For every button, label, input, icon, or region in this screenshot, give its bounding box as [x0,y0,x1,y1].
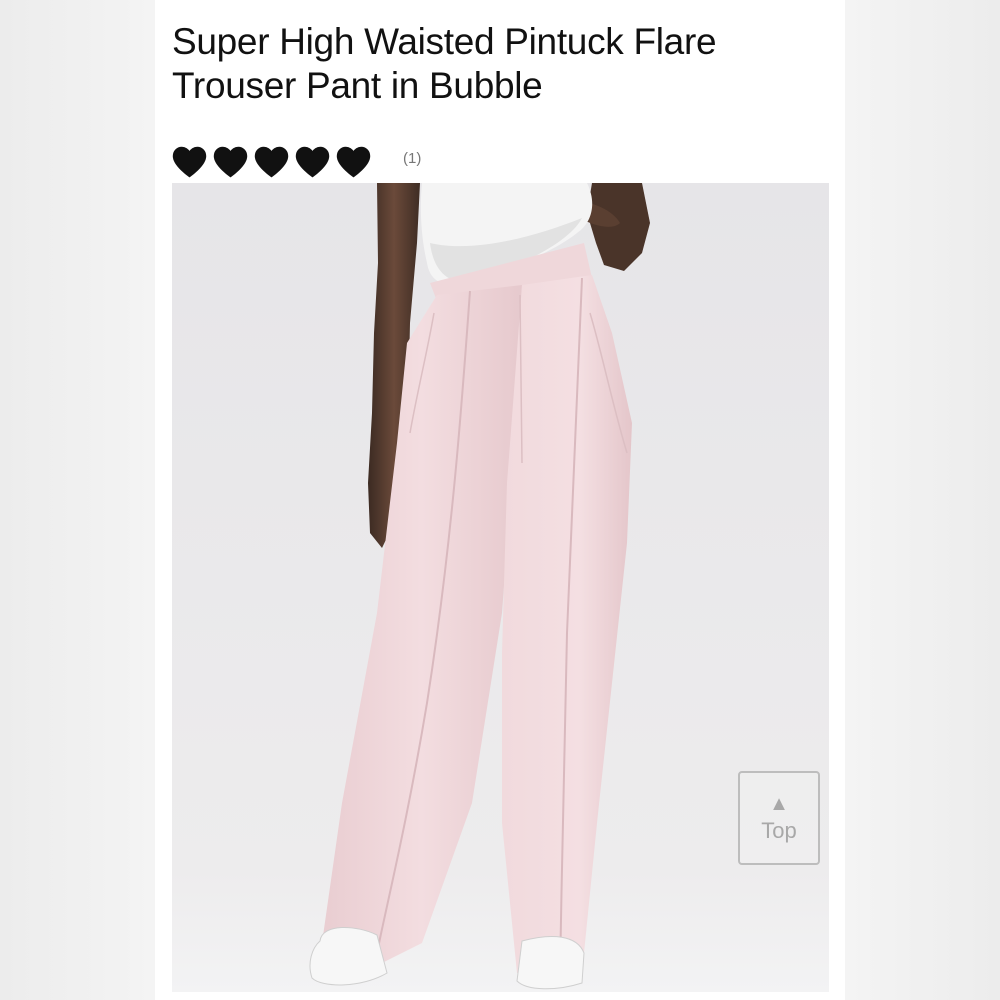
up-triangle-icon: ▲ [769,793,789,815]
heart-icon [336,146,371,178]
product-rating[interactable]: (1) [172,146,421,178]
product-image [172,183,829,992]
left-margin [0,0,155,1000]
heart-icon [213,146,248,178]
heart-icon [254,146,289,178]
product-title: Super High Waisted Pintuck Flare Trouser… [172,21,717,106]
back-to-top-button[interactable]: ▲ Top [738,771,820,865]
heart-icon [295,146,330,178]
heart-icon [172,146,207,178]
rating-hearts [172,146,371,178]
product-photo[interactable]: ▲ Top [172,183,829,992]
review-count[interactable]: (1) [403,150,421,167]
right-margin [845,0,1000,1000]
product-page: Super High Waisted Pintuck Flare Trouser… [155,0,845,1000]
back-to-top-label: Top [761,818,797,843]
